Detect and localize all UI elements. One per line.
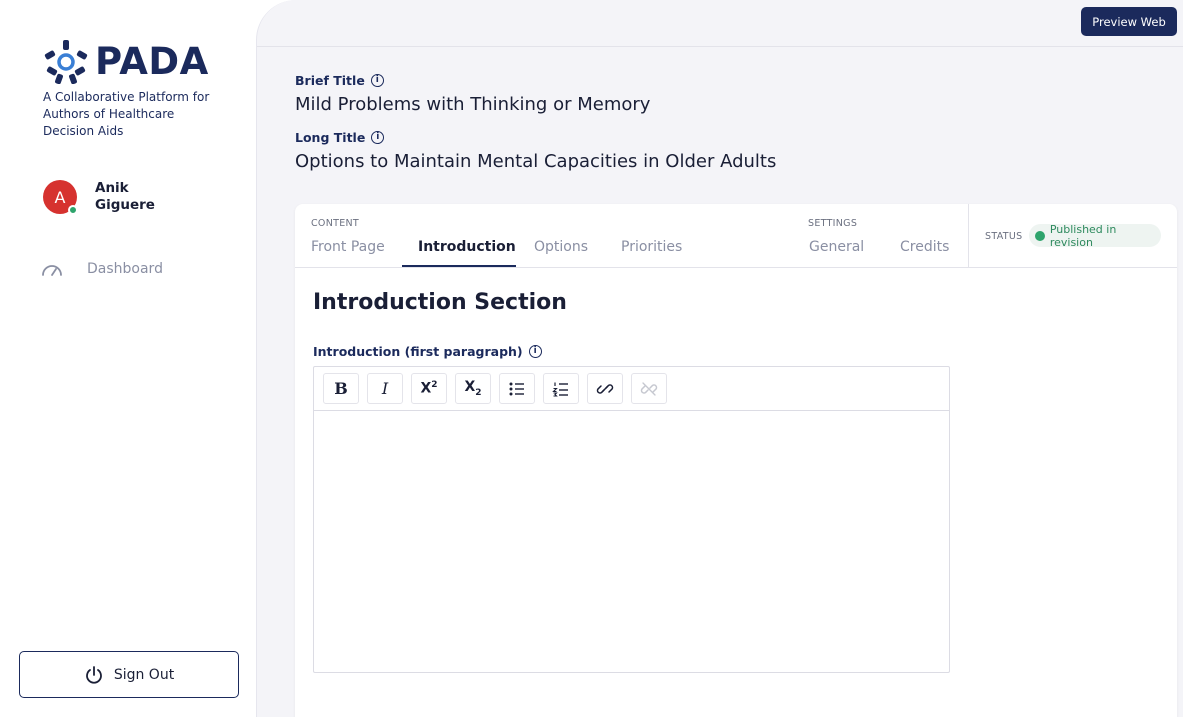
unlink-button[interactable] [631,373,667,404]
editor-label: Introduction (first paragraph) i [313,344,542,359]
editor-label-text: Introduction (first paragraph) [313,344,523,359]
editor-content-area[interactable] [314,411,949,672]
status-value: Published in revision [1049,222,1117,249]
sidebar-item-label: Dashboard [87,261,163,277]
tab-front-page[interactable]: Front Page [311,239,385,267]
content-group-label: CONTENT [311,218,360,229]
gauge-icon [42,265,62,276]
long-title-value[interactable]: Options to Maintain Mental Capacities in… [295,151,776,172]
numbered-list-icon [552,382,568,397]
avatar: A [43,180,78,215]
status-badge: Published in revision [1029,222,1161,249]
info-icon[interactable]: i [528,345,542,358]
rich-text-editor: B I X2 X2 [313,366,950,673]
info-icon[interactable]: i [370,74,384,87]
bold-icon: B [334,379,348,398]
brief-title-value[interactable]: Mild Problems with Thinking or Memory [295,94,650,115]
tab-introduction[interactable]: Introduction [418,239,516,267]
sign-out-button[interactable]: Sign Out [19,651,239,698]
tab-options[interactable]: Options [534,239,588,267]
sidebar: PADA A Collaborative Platform for Author… [0,0,256,717]
numbered-list-button[interactable] [543,373,579,404]
status-divider [968,204,969,268]
logo-mark-icon [44,40,88,84]
status-label: STATUS [985,231,1023,242]
avatar-initial: A [54,187,66,207]
section-title: Introduction Section [313,290,567,315]
tabs-bar: CONTENT Front Page Introduction Options … [295,204,1177,268]
long-title-label: Long Title i [295,130,385,145]
tab-credits[interactable]: Credits [900,239,949,267]
brief-title-label: Brief Title i [295,73,384,88]
online-status-dot [68,205,78,215]
info-icon[interactable]: i [371,131,385,144]
status-dot [1035,230,1045,241]
bullet-list-icon [509,382,524,395]
unlink-icon [640,381,658,396]
brand-tagline: A Collaborative Platform for Authors of … [43,90,210,138]
superscript-button[interactable]: X2 [411,373,447,404]
bold-button[interactable]: B [323,373,359,404]
bullet-list-button[interactable] [499,373,535,404]
user-name: Anik Giguere [95,180,155,213]
long-title-label-text: Long Title [295,130,366,145]
italic-icon: I [381,379,389,398]
main-content: Preview Web Brief Title i Mild Problems … [256,0,1183,717]
pada-logo[interactable]: PADA [43,40,209,84]
sign-out-label: Sign Out [113,666,175,683]
user-profile[interactable]: A Anik Giguere [43,180,175,215]
tab-general[interactable]: General [809,239,864,267]
brief-title-label-text: Brief Title [295,73,365,88]
italic-button[interactable]: I [367,373,403,404]
subscript-button[interactable]: X2 [455,373,491,404]
link-button[interactable] [587,373,623,404]
brand-name: PADA [95,40,209,83]
editor-card: CONTENT Front Page Introduction Options … [295,204,1177,717]
editor-toolbar: B I X2 X2 [314,367,949,411]
superscript-icon: X2 [420,380,438,397]
sidebar-item-dashboard[interactable]: Dashboard [40,260,163,278]
preview-web-button[interactable]: Preview Web [1081,7,1177,36]
subscript-icon: X2 [464,379,482,398]
power-icon [85,665,102,684]
top-bar: Preview Web [257,0,1183,47]
link-icon [596,383,614,394]
settings-group-label: SETTINGS [808,218,858,229]
tab-priorities[interactable]: Priorities [621,239,682,267]
active-tab-indicator [402,265,516,267]
